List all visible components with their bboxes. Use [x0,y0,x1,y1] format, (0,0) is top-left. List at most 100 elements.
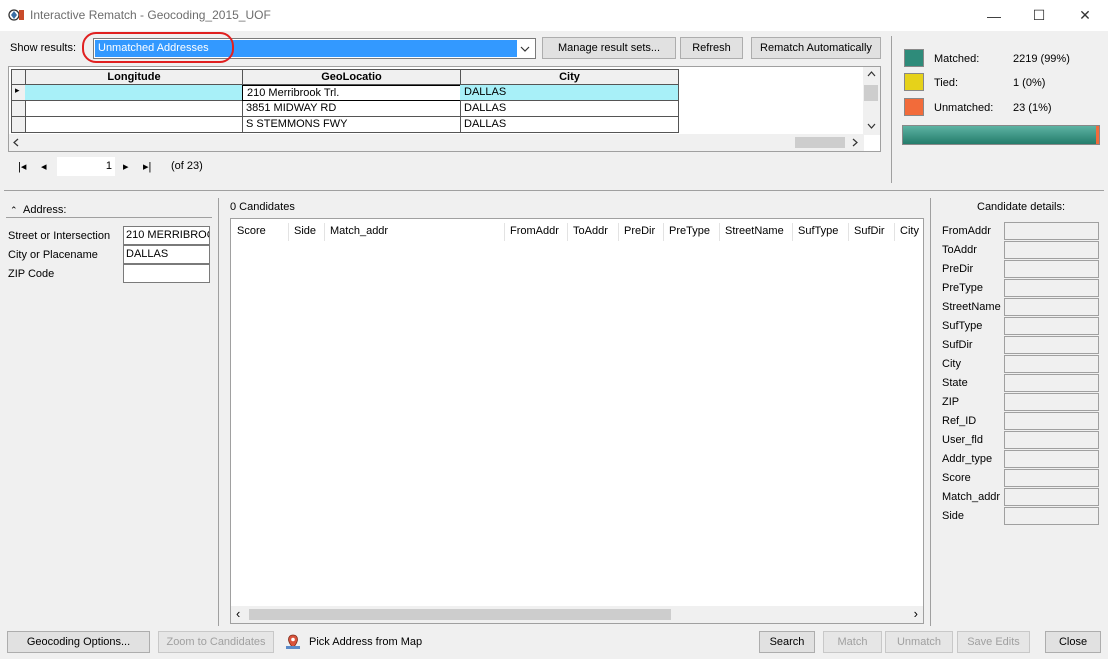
detail-value-field[interactable] [1004,260,1099,278]
collapse-icon[interactable]: ⌃ [10,205,18,216]
scroll-thumb[interactable] [795,137,845,148]
detail-value-field[interactable] [1004,317,1099,335]
scroll-up-icon[interactable] [867,71,876,77]
column-header-pretype[interactable]: PreType [669,225,710,237]
previous-record-icon[interactable]: ◂ [41,160,47,173]
column-header-city[interactable]: City [460,69,679,85]
close-button[interactable]: Close [1045,631,1101,653]
manage-result-sets-button[interactable]: Manage result sets... [542,37,676,59]
column-header-sufdir[interactable]: SufDir [854,225,885,237]
next-record-icon[interactable]: ▸ [123,160,129,173]
results-grid[interactable]: Longitude GeoLocatio City ▸ 210 Merribro… [8,66,881,152]
minimize-button[interactable]: — [971,0,1017,31]
match-progress-fill [903,126,1098,144]
street-input[interactable]: 210 MERRIBROO [123,226,210,245]
table-cell[interactable] [25,85,243,101]
row-selector[interactable] [11,117,26,133]
city-input[interactable]: DALLAS [123,245,210,264]
column-header-match-addr[interactable]: Match_addr [330,225,388,237]
scroll-left-icon[interactable]: ‹ [236,606,240,622]
detail-value-field[interactable] [1004,298,1099,316]
column-header-fromaddr[interactable]: FromAddr [510,225,559,237]
zip-input[interactable] [123,264,210,283]
detail-label: SufType [942,320,983,332]
column-header-city[interactable]: City [900,225,919,237]
column-divider [719,223,720,241]
table-cell[interactable]: DALLAS [460,85,679,101]
detail-value-field[interactable] [1004,222,1099,240]
pick-address-label: Pick Address from Map [309,636,423,648]
detail-value-field[interactable] [1004,450,1099,468]
table-cell[interactable] [25,101,243,117]
tied-swatch [904,73,924,91]
maximize-button[interactable]: ☐ [1016,0,1062,31]
show-results-dropdown[interactable]: Unmatched Addresses [93,38,536,59]
table-cell[interactable]: 210 Merribrook Trl. [242,85,461,101]
detail-label: SufDir [942,339,973,351]
scroll-thumb[interactable] [249,609,671,620]
first-record-icon[interactable]: |◂ [18,160,26,173]
detail-value-field[interactable] [1004,469,1099,487]
detail-label: User_fld [942,434,983,446]
current-record-input[interactable]: 1 [57,157,115,176]
record-navigator: |◂ ◂ 1 ▸ ▸| (of 23) [8,152,881,182]
divider [6,217,212,218]
row-selector-current[interactable]: ▸ [11,85,26,101]
row-selector[interactable] [11,101,26,117]
scroll-down-icon[interactable] [867,123,876,129]
column-header-toaddr[interactable]: ToAddr [573,225,608,237]
scroll-right-icon[interactable]: › [914,606,918,622]
table-cell[interactable]: S STEMMONS FWY [242,117,461,133]
chevron-down-icon[interactable] [517,40,533,57]
table-cell[interactable]: DALLAS [460,101,679,117]
matched-label: Matched: [934,53,980,65]
detail-value-field[interactable] [1004,431,1099,449]
detail-value-field[interactable] [1004,279,1099,297]
match-button[interactable]: Match [823,631,882,653]
column-header-side[interactable]: Side [294,225,316,237]
save-edits-button[interactable]: Save Edits [957,631,1030,653]
scroll-right-icon[interactable] [852,138,858,147]
candidates-list[interactable]: Score Side Match_addr FromAddr ToAddr Pr… [230,218,924,624]
unmatched-label: Unmatched: [934,102,994,114]
last-record-icon[interactable]: ▸| [143,160,151,173]
table-cell[interactable] [25,117,243,133]
detail-value-field[interactable] [1004,393,1099,411]
grid-vertical-scrollbar[interactable] [863,67,880,135]
search-button[interactable]: Search [759,631,815,653]
candidates-horizontal-scrollbar[interactable]: ‹ › [231,606,923,623]
detail-value-field[interactable] [1004,355,1099,373]
column-header-longitude[interactable]: Longitude [25,69,243,85]
column-divider [848,223,849,241]
detail-value-field[interactable] [1004,336,1099,354]
city-label: City or Placename [8,249,98,261]
rematch-automatically-button[interactable]: Rematch Automatically [751,37,881,59]
detail-value-field[interactable] [1004,241,1099,259]
detail-value-field[interactable] [1004,374,1099,392]
detail-value-field[interactable] [1004,488,1099,506]
refresh-button[interactable]: Refresh [680,37,743,59]
column-header-streetname[interactable]: StreetName [725,225,784,237]
column-header-score[interactable]: Score [237,225,266,237]
detail-value-field[interactable] [1004,412,1099,430]
column-header-geolocation[interactable]: GeoLocatio [242,69,461,85]
zoom-to-candidates-button[interactable]: Zoom to Candidates [158,631,274,653]
detail-label: Addr_type [942,453,993,465]
pick-address-from-map-button[interactable]: Pick Address from Map [278,631,426,653]
column-header-predir[interactable]: PreDir [624,225,655,237]
detail-value-field[interactable] [1004,507,1099,525]
table-cell[interactable]: 3851 MIDWAY RD [242,101,461,117]
grid-horizontal-scrollbar[interactable] [9,134,864,151]
section-divider [4,190,1104,191]
geocoding-options-button[interactable]: Geocoding Options... [7,631,150,653]
window-title: Interactive Rematch - Geocoding_2015_UOF [30,8,271,22]
unmatched-progress-fill [1096,126,1099,144]
unmatch-button[interactable]: Unmatch [885,631,953,653]
scroll-left-icon[interactable] [13,138,19,147]
table-cell[interactable]: DALLAS [460,117,679,133]
scroll-thumb[interactable] [864,85,878,101]
matched-value: 2219 (99%) [1013,53,1070,65]
column-header-suftype[interactable]: SufType [798,225,838,237]
detail-label: FromAddr [942,225,991,237]
close-window-button[interactable]: ✕ [1062,0,1108,31]
